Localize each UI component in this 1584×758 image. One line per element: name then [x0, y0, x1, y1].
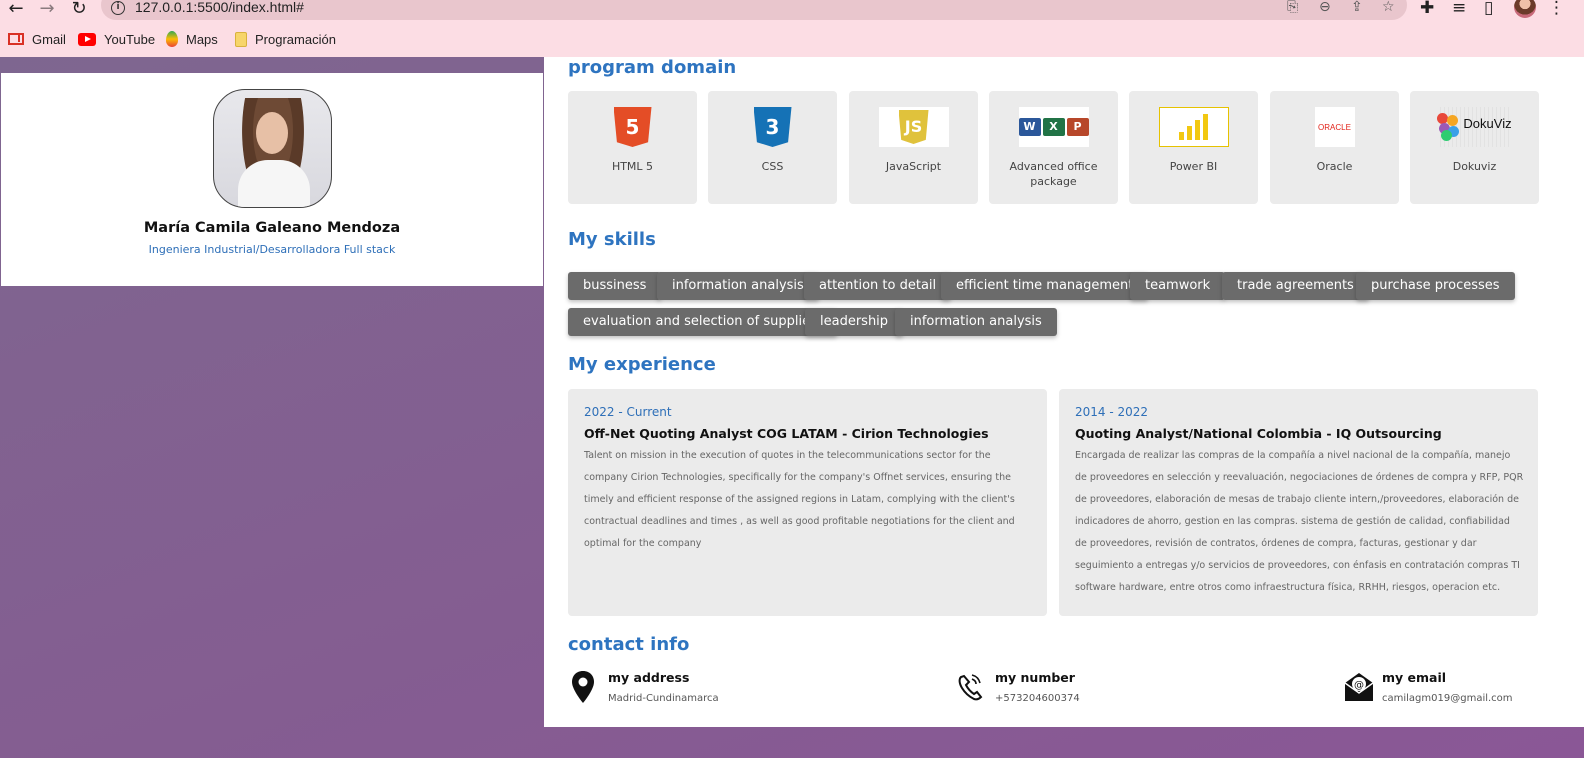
experience-years: 2014 - 2022	[1075, 405, 1149, 419]
email-icon: @	[1344, 673, 1374, 701]
domain-label: HTML 5	[611, 160, 654, 173]
profile-photo	[213, 89, 332, 208]
media-queue-icon[interactable]: ≡	[1452, 0, 1466, 18]
domain-label: Power BI	[1169, 160, 1218, 173]
bookmark-label: Programación	[255, 31, 336, 47]
experience-title-text: Off-Net Quoting Analyst COG LATAM - Ciri…	[584, 426, 989, 441]
extensions-icon[interactable]: ✚	[1420, 0, 1434, 18]
oracle-logo-icon: ORACLE	[1314, 107, 1355, 147]
skills-title: My skills	[568, 229, 656, 250]
html5-logo-icon: 5	[613, 107, 652, 147]
contact-value: Madrid-Cundinamarca	[608, 693, 719, 704]
main-content: program domain 5 HTML 5 3 CSS JS JavaScr…	[544, 57, 1564, 727]
program-domain-title: program domain	[568, 57, 737, 78]
domain-label: Oracle	[1316, 160, 1353, 173]
domain-label: Advanced office package	[1009, 160, 1098, 188]
youtube-icon	[78, 32, 96, 46]
reload-icon[interactable]: ↻	[68, 0, 90, 19]
location-pin-icon	[572, 671, 594, 703]
domain-label: CSS	[761, 160, 784, 173]
contact-label: my email	[1382, 670, 1447, 685]
domain-label: JavaScript	[885, 160, 942, 173]
back-arrow-icon[interactable]: ←	[5, 0, 27, 19]
skill-tag: information analysis	[657, 272, 819, 300]
skill-tag: information analysis	[895, 308, 1057, 336]
bookmarks-bar: Gmail YouTube Maps Programación	[0, 28, 1584, 50]
skill-tag: efficient time management	[941, 272, 1149, 300]
experience-title-text: Quoting Analyst/National Colombia - IQ O…	[1075, 426, 1442, 441]
javascript-logo-icon: JS	[878, 107, 949, 147]
bookmark-label: Maps	[186, 31, 218, 47]
zoom-icon[interactable]: ⊖	[1319, 0, 1331, 15]
contact-title: contact info	[568, 634, 690, 655]
side-panel-icon[interactable]: ▯	[1484, 0, 1493, 18]
browser-profile-avatar[interactable]	[1514, 0, 1536, 18]
skill-tag: attention to detail	[804, 272, 952, 300]
experience-card: 2022 - Current Off-Net Quoting Analyst C…	[568, 389, 1047, 616]
domain-card-office: W X P Advanced office package	[989, 91, 1118, 204]
bookmark-label: Gmail	[32, 31, 66, 47]
domain-label: Dokuviz	[1452, 160, 1497, 173]
skill-tag: leadership	[805, 308, 904, 336]
profile-card: María Camila Galeano Mendoza Ingeniera I…	[1, 73, 543, 286]
bookmark-star-icon[interactable]: ☆	[1382, 0, 1395, 15]
contact-number: my number +573204600374	[955, 667, 1255, 711]
contact-value: +573204600374	[995, 693, 1080, 704]
experience-description: Talent on mission in the execution of qu…	[584, 450, 1015, 549]
address-url[interactable]: 127.0.0.1:5500/index.html#	[135, 0, 304, 15]
domain-card-dokuviz: DokuViz Dokuviz	[1410, 91, 1539, 204]
dokuviz-logo-icon: DokuViz	[1437, 107, 1512, 147]
profile-name: María Camila Galeano Mendoza	[143, 220, 401, 236]
skill-tag: bussiness	[568, 272, 662, 300]
domain-card-html5: 5 HTML 5	[568, 91, 697, 204]
browser-menu-icon[interactable]: ⋮	[1548, 0, 1565, 18]
phone-icon	[958, 674, 983, 701]
skill-tag: purchase processes	[1356, 272, 1515, 300]
bookmark-youtube[interactable]: YouTube	[78, 28, 155, 50]
skill-tag: teamwork	[1130, 272, 1226, 300]
folder-icon	[235, 31, 247, 47]
bookmark-programacion[interactable]: Programación	[235, 28, 336, 50]
experience-card: 2014 - 2022 Quoting Analyst/National Col…	[1059, 389, 1538, 616]
gmail-icon	[8, 33, 24, 45]
bookmark-gmail[interactable]: Gmail	[8, 28, 66, 50]
share-icon[interactable]: ⇪	[1351, 0, 1363, 15]
powerbi-logo-icon	[1158, 107, 1229, 147]
maps-icon	[166, 31, 178, 47]
domain-card-powerbi: Power BI	[1129, 91, 1258, 204]
browser-chrome: ← → ↻ i 127.0.0.1:5500/index.html# ⎘ ⊖ ⇪…	[0, 0, 1584, 57]
browser-nav-row: ← → ↻ i 127.0.0.1:5500/index.html# ⎘ ⊖ ⇪…	[0, 0, 1584, 20]
site-info-icon[interactable]: i	[111, 1, 125, 15]
translate-icon[interactable]: ⎘	[1287, 0, 1298, 15]
domain-card-css: 3 CSS	[708, 91, 837, 204]
contact-label: my address	[608, 670, 690, 685]
experience-description: Encargada de realizar las compras de la …	[1075, 450, 1524, 593]
contact-value: camilagm019@gmail.com	[1382, 693, 1513, 704]
contact-label: my number	[995, 670, 1075, 685]
domain-card-oracle: ORACLE Oracle	[1270, 91, 1399, 204]
bookmark-maps[interactable]: Maps	[166, 28, 218, 50]
contact-address: my address Madrid-Cundinamarca	[568, 667, 868, 711]
css3-logo-icon: 3	[753, 107, 792, 147]
svg-text:@: @	[1354, 680, 1364, 691]
bookmark-label: YouTube	[104, 31, 156, 47]
skill-tag: trade agreements	[1222, 272, 1369, 300]
domain-card-javascript: JS JavaScript	[849, 91, 978, 204]
experience-title: My experience	[568, 354, 716, 375]
page-scrollbar[interactable]	[1564, 57, 1584, 727]
skill-tag: evaluation and selection of suppliers	[568, 308, 838, 336]
office-logo-icon: W X P	[1018, 107, 1089, 147]
address-bar[interactable]: i 127.0.0.1:5500/index.html# ⎘ ⊖ ⇪ ☆	[101, 0, 1407, 20]
contact-email: @ my email camilagm019@gmail.com	[1342, 667, 1542, 711]
forward-arrow-icon[interactable]: →	[36, 0, 58, 19]
experience-years: 2022 - Current	[584, 405, 672, 419]
profile-role: Ingeniera Industrial/Desarrolladora Full…	[148, 243, 396, 256]
